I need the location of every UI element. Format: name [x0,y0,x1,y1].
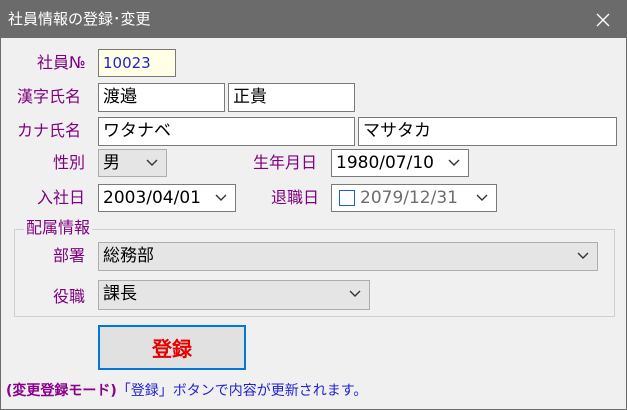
retire-date-picker[interactable]: 2079/12/31 [331,184,497,212]
retire-date-label: 退職日 [271,188,320,207]
chevron-down-icon [146,159,158,166]
gender-select[interactable]: 男 [98,149,167,177]
birth-date-label: 生年月日 [253,153,318,172]
employee-no-field[interactable]: 10023 [98,49,176,77]
status-message: 「登録」ボタンで内容が更新されます。 [116,383,368,399]
hire-date-label: 入社日 [37,188,86,207]
close-button[interactable] [580,1,626,38]
position-select[interactable]: 課長 [98,280,370,310]
assignment-group-title: 配属情報 [24,217,93,239]
chevron-down-icon [577,252,589,259]
status-bar: (変更登録モード)「登録」ボタンで内容が更新されます。 [6,381,367,401]
retire-date-value: 2079/12/31 [360,188,458,208]
gender-value: 男 [103,153,120,173]
chevron-down-icon [476,194,488,201]
position-label: 役職 [53,287,86,306]
employee-dialog: 社員情報の登録･変更 社員№ 10023 漢字氏名 渡邉 正貴 カナ氏名 ワタナ… [0,0,627,410]
kana-last-name-field[interactable]: ワタナベ [98,117,355,146]
chevron-down-icon [349,290,361,297]
close-icon [596,13,610,26]
kana-name-label: カナ氏名 [17,121,82,140]
retire-date-checkbox[interactable] [339,190,355,206]
department-label: 部署 [53,246,86,265]
mode-indicator: (変更登録モード) [6,383,117,399]
kanji-last-name-field[interactable]: 渡邉 [98,83,225,112]
birth-date-picker[interactable]: 1980/07/10 [331,149,469,177]
employee-no-label: 社員№ [37,53,86,72]
gender-label: 性別 [53,153,86,172]
hire-date-value: 2003/04/01 [103,188,201,208]
kana-first-name-field[interactable]: マサタカ [358,117,617,146]
register-button[interactable]: 登録 [98,325,246,370]
department-select[interactable]: 総務部 [98,242,598,271]
hire-date-picker[interactable]: 2003/04/01 [98,184,236,212]
kanji-first-name-field[interactable]: 正貴 [228,83,355,112]
birth-date-value: 1980/07/10 [336,153,434,173]
kanji-name-label: 漢字氏名 [17,87,82,106]
window-title: 社員情報の登録･変更 [8,10,151,28]
department-value: 総務部 [103,246,154,266]
chevron-down-icon [215,194,227,201]
position-value: 課長 [103,284,137,304]
title-bar: 社員情報の登録･変更 [1,1,626,38]
chevron-down-icon [448,159,460,166]
